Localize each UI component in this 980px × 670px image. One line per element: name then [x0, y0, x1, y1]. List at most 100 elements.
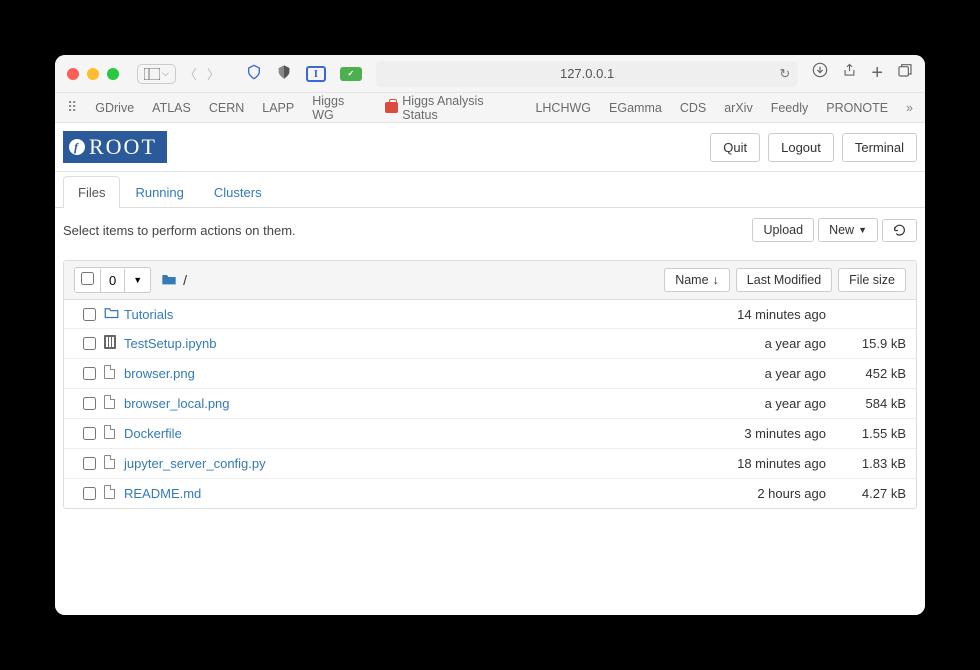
bookmark-feedly[interactable]: Feedly: [771, 101, 809, 115]
file-name[interactable]: browser.png: [124, 366, 676, 381]
file-modified: a year ago: [676, 366, 826, 381]
logo-icon: f: [69, 139, 85, 155]
bookmark-higgs-analysis[interactable]: Higgs Analysis Status: [385, 94, 518, 122]
folder-icon: [104, 306, 124, 322]
nav-back-button[interactable]: 〈: [184, 64, 197, 83]
shield-icon[interactable]: [246, 64, 262, 83]
page-content: f ROOT Quit Logout Terminal Files Runnin…: [55, 123, 925, 615]
app-header: f ROOT Quit Logout Terminal: [55, 123, 925, 172]
sort-size-button[interactable]: File size: [838, 268, 906, 292]
file-checkbox[interactable]: [83, 308, 96, 321]
bookmark-gdrive[interactable]: GDrive: [95, 101, 134, 115]
new-button[interactable]: New▼: [818, 218, 878, 242]
titlebar: ⌵ 〈 〉 I ✓ 127.0.0.1 ↻ +: [55, 55, 925, 93]
select-dropdown-icon[interactable]: ▼: [125, 271, 150, 289]
breadcrumb-root[interactable]: /: [183, 272, 187, 288]
bookmark-atlas[interactable]: ATLAS: [152, 101, 191, 115]
download-icon[interactable]: [812, 62, 828, 85]
file-row[interactable]: browser.pnga year ago452 kB: [64, 359, 916, 389]
file-name[interactable]: browser_local.png: [124, 396, 676, 411]
bookmark-pronote[interactable]: PRONOTE: [826, 101, 888, 115]
file-modified: 2 hours ago: [676, 486, 826, 501]
file-size: 1.83 kB: [826, 456, 906, 471]
actions-row: Select items to perform actions on them.…: [55, 208, 925, 252]
sort-arrow-icon: ↓: [713, 273, 719, 287]
file-checkbox[interactable]: [83, 487, 96, 500]
maximize-window-button[interactable]: [107, 68, 119, 80]
bookmark-cds[interactable]: CDS: [680, 101, 706, 115]
nav-forward-button[interactable]: 〉: [207, 64, 220, 83]
file-name[interactable]: README.md: [124, 486, 676, 501]
minimize-window-button[interactable]: [87, 68, 99, 80]
file-row[interactable]: Dockerfile3 minutes ago1.55 kB: [64, 419, 916, 449]
file-modified: 3 minutes ago: [676, 426, 826, 441]
selected-count: 0: [100, 269, 125, 292]
bookmark-egamma[interactable]: EGamma: [609, 101, 662, 115]
file-row[interactable]: browser_local.pnga year ago584 kB: [64, 389, 916, 419]
selection-hint: Select items to perform actions on them.: [63, 223, 296, 238]
privacy-icon[interactable]: [276, 64, 292, 83]
file-icon: [104, 365, 124, 382]
file-name[interactable]: jupyter_server_config.py: [124, 456, 676, 471]
file-name[interactable]: Dockerfile: [124, 426, 676, 441]
extension-green-icon[interactable]: ✓: [340, 67, 362, 81]
share-icon[interactable]: [842, 62, 857, 85]
select-all-control[interactable]: 0 ▼: [74, 267, 151, 293]
browser-window: ⌵ 〈 〉 I ✓ 127.0.0.1 ↻ + ⠿ GDrive ATLAS C…: [55, 55, 925, 615]
tabs-icon[interactable]: [897, 62, 913, 85]
select-all-checkbox[interactable]: [81, 272, 94, 285]
file-modified: 14 minutes ago: [676, 307, 826, 322]
bookmark-lhchwg[interactable]: LHCHWG: [535, 101, 591, 115]
file-row[interactable]: jupyter_server_config.py18 minutes ago1.…: [64, 449, 916, 479]
file-checkbox[interactable]: [83, 397, 96, 410]
logo-text: ROOT: [89, 134, 157, 160]
extension-i-icon[interactable]: I: [306, 66, 326, 82]
sort-modified-button[interactable]: Last Modified: [736, 268, 832, 292]
upload-button[interactable]: Upload: [752, 218, 814, 242]
file-size: 584 kB: [826, 396, 906, 411]
apps-grid-icon[interactable]: ⠿: [67, 99, 77, 116]
file-icon: [104, 455, 124, 472]
file-modified: a year ago: [676, 396, 826, 411]
file-size: 1.55 kB: [826, 426, 906, 441]
file-checkbox[interactable]: [83, 427, 96, 440]
file-icon: [104, 425, 124, 442]
logout-button[interactable]: Logout: [768, 133, 834, 162]
sidebar-toggle[interactable]: ⌵: [137, 64, 176, 84]
file-row[interactable]: TestSetup.ipynba year ago15.9 kB: [64, 329, 916, 359]
main-tabs: Files Running Clusters: [55, 176, 925, 208]
close-window-button[interactable]: [67, 68, 79, 80]
file-name[interactable]: TestSetup.ipynb: [124, 336, 676, 351]
file-icon: [104, 485, 124, 502]
root-logo[interactable]: f ROOT: [63, 131, 167, 163]
reload-icon[interactable]: ↻: [779, 66, 790, 82]
tab-clusters[interactable]: Clusters: [199, 176, 277, 208]
folder-icon[interactable]: [161, 272, 177, 289]
terminal-button[interactable]: Terminal: [842, 133, 917, 162]
file-checkbox[interactable]: [83, 337, 96, 350]
breadcrumb: /: [161, 272, 187, 289]
file-modified: 18 minutes ago: [676, 456, 826, 471]
file-checkbox[interactable]: [83, 367, 96, 380]
file-row[interactable]: README.md2 hours ago4.27 kB: [64, 479, 916, 508]
url-bar[interactable]: 127.0.0.1 ↻: [376, 61, 798, 87]
file-row[interactable]: Tutorials14 minutes ago: [64, 300, 916, 329]
bookmark-higgs-wg[interactable]: Higgs WG: [312, 94, 367, 122]
bookmark-cern[interactable]: CERN: [209, 101, 244, 115]
tab-files[interactable]: Files: [63, 176, 120, 208]
file-list: Tutorials14 minutes agoTestSetup.ipynba …: [64, 300, 916, 508]
quit-button[interactable]: Quit: [710, 133, 760, 162]
bookmarks-overflow-icon[interactable]: »: [906, 101, 913, 115]
bookmark-lapp[interactable]: LAPP: [262, 101, 294, 115]
file-checkbox[interactable]: [83, 457, 96, 470]
file-size: 452 kB: [826, 366, 906, 381]
file-name[interactable]: Tutorials: [124, 307, 676, 322]
window-controls: [67, 68, 119, 80]
new-tab-icon[interactable]: +: [871, 62, 883, 85]
bookmark-arxiv[interactable]: arXiv: [724, 101, 752, 115]
tab-running[interactable]: Running: [120, 176, 198, 208]
refresh-button[interactable]: [882, 219, 917, 242]
sort-name-button[interactable]: Name ↓: [664, 268, 730, 292]
file-size: 4.27 kB: [826, 486, 906, 501]
file-modified: a year ago: [676, 336, 826, 351]
